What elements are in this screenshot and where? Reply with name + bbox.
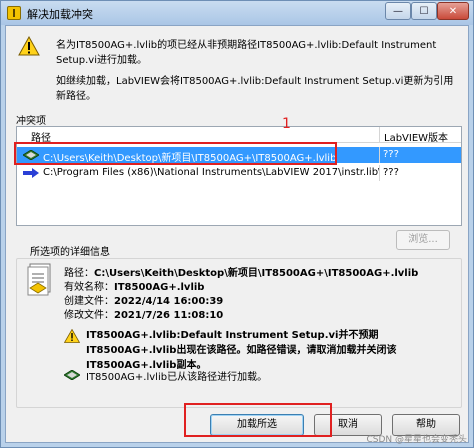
warning-icon bbox=[18, 36, 40, 56]
warning-icon bbox=[64, 329, 80, 343]
arrow-icon bbox=[23, 168, 39, 178]
conflict-table[interactable]: 路径 LabVIEW版本 C:\Users\Keith\Desktop\新项目\… bbox=[16, 126, 462, 226]
detail-modified-label: 修改文件： bbox=[64, 310, 114, 321]
library-icon bbox=[64, 370, 80, 380]
detail-name-label: 有效名称： bbox=[64, 282, 114, 293]
detail-path-value: C:\Users\Keith\Desktop\新项目\IT8500AG+\IT8… bbox=[94, 268, 419, 279]
detail-name: 有效名称：IT8500AG+.lvlib bbox=[64, 281, 204, 294]
row-version: ??? bbox=[383, 149, 399, 160]
watermark: CSDN @星星也会变秃头 bbox=[366, 435, 467, 445]
title-bar[interactable]: 解决加载冲突 — ☐ ✕ bbox=[1, 1, 473, 25]
vi-document-icon bbox=[27, 263, 51, 296]
close-button[interactable]: ✕ bbox=[437, 2, 469, 20]
detail-modified-value: 2021/7/26 11:08:10 bbox=[114, 310, 224, 321]
load-note: IT8500AG+.lvlib已从该路径进行加载。 bbox=[86, 372, 268, 383]
details-title: 所选项的详细信息 bbox=[28, 243, 112, 258]
dialog-window: 解决加载冲突 — ☐ ✕ 名为IT8500AG+.lvlib的项已经从非预期路径… bbox=[0, 0, 474, 448]
detail-path: 路径：C:\Users\Keith\Desktop\新项目\IT8500AG+\… bbox=[64, 267, 418, 280]
warning-text: IT8500AG+.lvlib:Default Instrument Setup… bbox=[86, 330, 397, 371]
detail-created-value: 2022/4/14 16:00:39 bbox=[114, 296, 224, 307]
maximize-button[interactable]: ☐ bbox=[411, 2, 437, 20]
detail-path-label: 路径： bbox=[64, 268, 94, 279]
minimize-button[interactable]: — bbox=[385, 2, 411, 20]
message-line-1: 名为IT8500AG+.lvlib的项已经从非预期路径IT8500AG+.lvl… bbox=[56, 40, 437, 66]
row-path: C:\Program Files (x86)\National Instrume… bbox=[43, 167, 379, 178]
detail-created: 创建文件：2022/4/14 16:00:39 bbox=[64, 295, 223, 308]
conflict-label: 冲突项 bbox=[16, 116, 46, 127]
message-line-2: 如继续加载，LabVIEW会将IT8500AG+.lvlib:Default I… bbox=[56, 76, 454, 102]
column-separator bbox=[379, 147, 380, 163]
labview-app-icon bbox=[7, 6, 21, 20]
column-separator bbox=[379, 165, 380, 181]
browse-button[interactable]: 浏览... bbox=[396, 230, 450, 250]
detail-name-value: IT8500AG+.lvlib bbox=[114, 282, 205, 293]
row-version: ??? bbox=[383, 167, 399, 178]
window-title: 解决加载冲突 bbox=[27, 8, 93, 21]
column-header-version[interactable]: LabVIEW版本 bbox=[379, 127, 461, 144]
table-row[interactable]: C:\Program Files (x86)\National Instrume… bbox=[17, 165, 461, 181]
annotation-highlight-button bbox=[184, 403, 332, 437]
detail-modified: 修改文件：2021/7/26 11:08:10 bbox=[64, 309, 223, 322]
table-header: 路径 LabVIEW版本 bbox=[17, 127, 461, 144]
annotation-highlight-row bbox=[14, 142, 337, 165]
detail-created-label: 创建文件： bbox=[64, 296, 114, 307]
annotation-number: 1 bbox=[282, 116, 291, 132]
dialog-content: 名为IT8500AG+.lvlib的项已经从非预期路径IT8500AG+.lvl… bbox=[5, 25, 469, 443]
